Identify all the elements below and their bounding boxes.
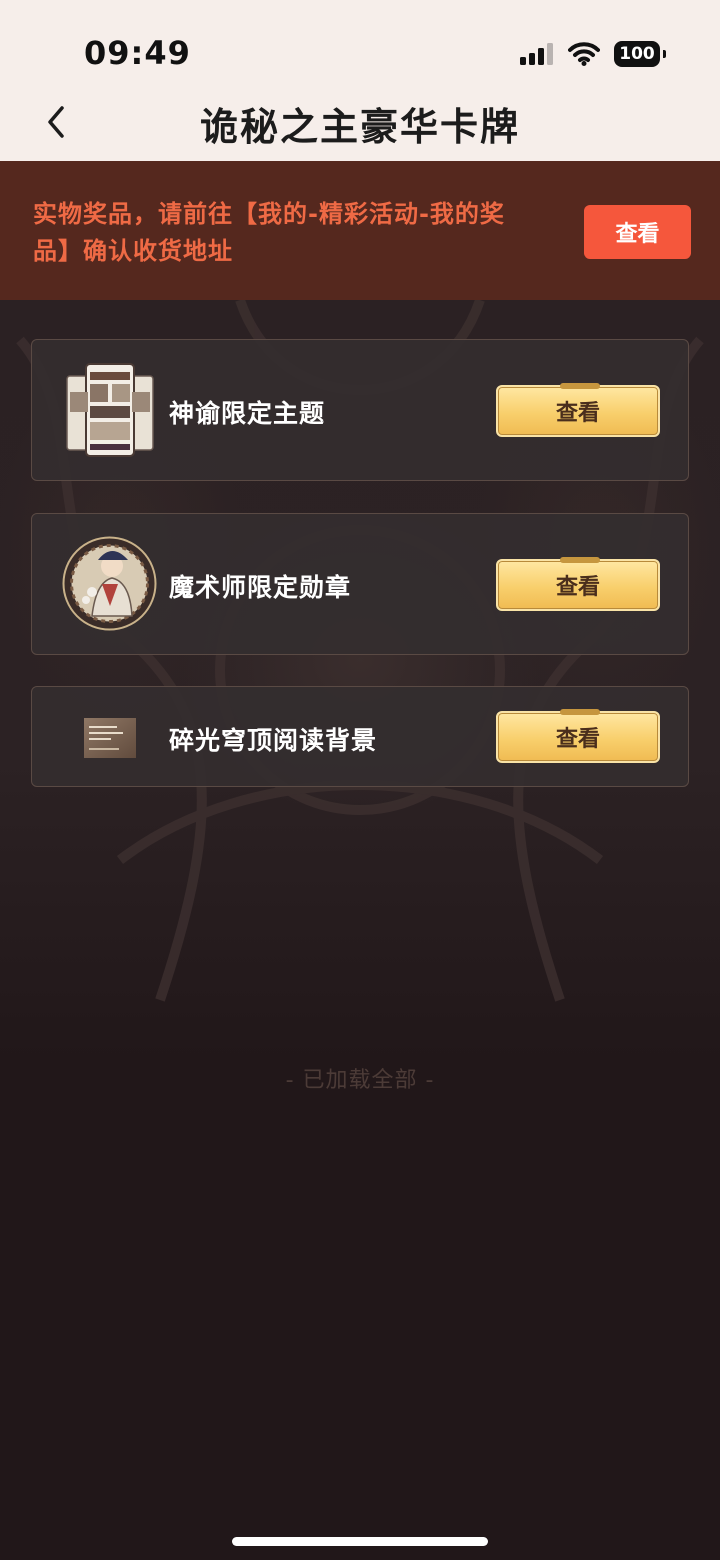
status-icons: 100 xyxy=(520,38,666,70)
notice-view-button[interactable]: 查看 xyxy=(584,205,691,259)
battery-level: 100 xyxy=(619,44,655,64)
reward-name: 碎光穹顶阅读背景 xyxy=(169,726,378,755)
view-badge-button[interactable]: 查看 xyxy=(496,557,660,611)
reward-card-background: 碎光穹顶阅读背景 查看 xyxy=(31,686,689,787)
reading-background-icon xyxy=(62,690,157,785)
prize-notice-text: 实物奖品，请前往【我的-精彩活动-我的奖品】确认收货地址 xyxy=(33,200,505,265)
reward-name: 神谕限定主题 xyxy=(169,399,326,428)
status-time: 09:49 xyxy=(84,34,191,72)
view-theme-button[interactable]: 查看 xyxy=(496,383,660,437)
battery-icon: 100 xyxy=(614,41,666,67)
reward-name: 魔术师限定勋章 xyxy=(169,573,352,602)
page-title: 诡秘之主豪华卡牌 xyxy=(199,105,520,149)
wifi-icon xyxy=(568,42,600,66)
reward-card-badge: 魔术师限定勋章 查看 xyxy=(31,513,689,655)
theme-preview-icon xyxy=(62,362,157,457)
home-indicator[interactable] xyxy=(232,1537,488,1546)
loaded-all-text: - 已加载全部 - xyxy=(285,1068,435,1093)
top-bar: 09:49 100 诡秘之主豪华卡牌 xyxy=(0,0,720,161)
signal-icon xyxy=(520,43,553,65)
view-background-button[interactable]: 查看 xyxy=(496,709,660,763)
magician-badge-icon xyxy=(62,536,157,631)
reward-card-theme: 神谕限定主题 查看 xyxy=(31,339,689,481)
